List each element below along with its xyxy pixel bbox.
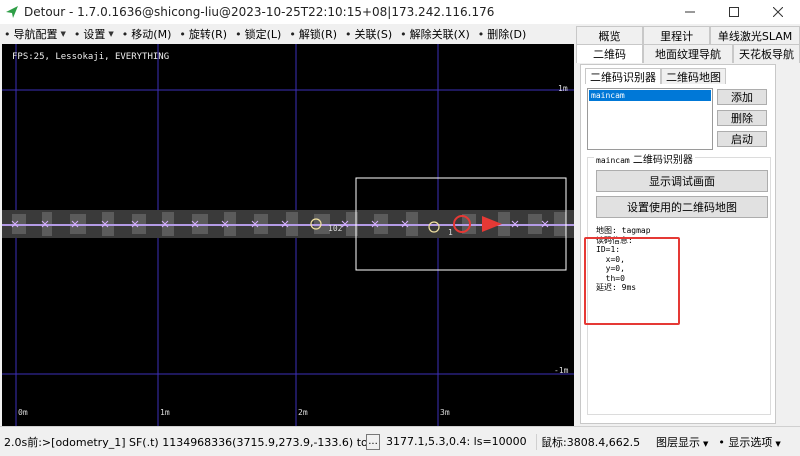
menu-label: 旋转(R)	[188, 28, 228, 41]
chevron-down-icon: ▼	[775, 439, 781, 448]
add-button[interactable]: 添加	[717, 89, 767, 105]
right-panel: 概览 里程计 单线激光SLAM 二维码 地面纹理导航 天花板导航 二维码识别器 …	[576, 24, 800, 426]
status-position: 3177.1,5.3,0.4: ls=10000	[386, 435, 527, 448]
menu-label: 关联(S)	[354, 28, 393, 41]
detour-window: Detour - 1.7.0.1636@shicong-liu@2023-10-…	[0, 0, 800, 456]
display-options-dropdown[interactable]: • 显示选项 ▼	[718, 434, 780, 450]
menu-associate[interactable]: • 关联(S)	[345, 26, 392, 42]
close-icon[interactable]	[756, 0, 800, 24]
chevron-down-icon: ▼	[108, 30, 114, 38]
axis-label-x1: 1m	[160, 408, 170, 417]
delete-button[interactable]: 删除	[717, 110, 767, 126]
subtab-qr-recognizer[interactable]: 二维码识别器	[585, 68, 661, 84]
chevron-down-icon: ▼	[703, 439, 709, 448]
set-map-button[interactable]: 设置使用的二维码地图	[596, 196, 768, 218]
status-bar: 2.0s前:>[odometry_1] SF(.t) 1134968336(37…	[0, 426, 800, 456]
layer-display-dropdown[interactable]: 图层显示 ▼	[656, 434, 708, 450]
group-title-text: 二维码识别器	[629, 155, 693, 166]
bullet-icon: •	[477, 27, 485, 41]
menu-label: 删除(D)	[487, 28, 527, 41]
tab-qrcode[interactable]: 二维码	[576, 44, 644, 63]
menu-rotate[interactable]: • 旋转(R)	[179, 26, 227, 42]
tab-row-1: 概览 里程计 单线激光SLAM	[576, 26, 800, 45]
axis-label-x0: 0m	[18, 408, 28, 417]
fps-readout: FPS:25, Lessokaji, EVERYTHING	[12, 52, 170, 62]
bullet-icon: •	[345, 27, 352, 41]
menu-label: 移动(M)	[131, 28, 172, 41]
qrcode-panel: 二维码识别器 二维码地图 maincam 添加 删除 启动 maincam 二维…	[580, 64, 776, 424]
layer-display-label: 图层显示	[656, 435, 700, 449]
axis-label-x3: 3m	[440, 408, 450, 417]
menu-label: 锁定(L)	[244, 28, 282, 41]
axis-label-y-top: 1m	[558, 84, 568, 93]
app-icon	[0, 0, 24, 24]
menu-label: 导航配置	[13, 28, 58, 41]
menu-settings[interactable]: • 设置 ▼	[74, 26, 114, 42]
bullet-icon: •	[73, 27, 81, 41]
bullet-icon: •	[400, 27, 407, 41]
tab-overview[interactable]: 概览	[576, 26, 644, 45]
status-mouse: 鼠标:3808.4,662.5	[536, 433, 656, 450]
bullet-icon: •	[4, 27, 11, 41]
chevron-down-icon: ▼	[60, 30, 66, 38]
highlight-box	[584, 237, 680, 325]
tab-row-2: 二维码 地面纹理导航 天花板导航	[576, 44, 800, 63]
group-title: maincam 二维码识别器	[594, 151, 695, 166]
more-button[interactable]: ...	[366, 433, 380, 450]
bullet-icon: •	[179, 27, 186, 41]
menu-label: 设置	[83, 28, 106, 41]
tab-ceiling-nav[interactable]: 天花板导航	[732, 44, 800, 63]
menu-unlock[interactable]: • 解锁(R)	[289, 26, 337, 42]
menu-move[interactable]: • 移动(M)	[122, 26, 172, 42]
axis-label-y-bottom: -1m	[554, 366, 569, 375]
menu-disassociate[interactable]: • 解除关联(X)	[400, 26, 470, 42]
window-title: Detour - 1.7.0.1636@shicong-liu@2023-10-…	[24, 5, 495, 19]
maximize-icon[interactable]	[712, 0, 756, 24]
display-options-label: 显示选项	[728, 435, 773, 449]
title-bar: Detour - 1.7.0.1636@shicong-liu@2023-10-…	[0, 0, 800, 24]
bullet-icon: •	[289, 27, 296, 41]
recognizer-list[interactable]: maincam	[587, 88, 713, 150]
minimize-icon[interactable]	[668, 0, 712, 24]
list-item[interactable]: maincam	[589, 90, 711, 101]
tab-odometry[interactable]: 里程计	[643, 26, 711, 45]
menu-lock[interactable]: • 锁定(L)	[235, 26, 281, 42]
start-button[interactable]: 启动	[717, 131, 767, 147]
tab-laser-slam[interactable]: 单线激光SLAM	[710, 26, 800, 45]
show-debug-button[interactable]: 显示调试画面	[596, 170, 768, 192]
subtab-row: 二维码识别器 二维码地图	[585, 68, 726, 84]
bullet-icon: •	[235, 27, 242, 41]
axis-label-x2: 2m	[298, 408, 308, 417]
tag-label-102: 102	[328, 224, 343, 233]
subtab-qr-map[interactable]: 二维码地图	[661, 68, 726, 84]
map-canvas[interactable]: FPS:25, Lessokaji, EVERYTHING 1m -1m 0m …	[2, 44, 574, 426]
status-log: 2.0s前:>[odometry_1] SF(.t) 1134968336(37…	[4, 435, 366, 449]
bullet-icon: •	[121, 27, 129, 41]
tab-ground-texture[interactable]: 地面纹理导航	[643, 44, 733, 63]
tag-label-1: 1	[448, 228, 453, 237]
group-title-cam: maincam	[596, 156, 630, 165]
menu-nav-config[interactable]: • 导航配置 ▼	[4, 26, 66, 42]
menu-delete[interactable]: • 删除(D)	[478, 26, 527, 42]
bullet-icon: •	[718, 435, 729, 449]
menu-label: 解除关联(X)	[409, 28, 470, 41]
menu-bar: • 导航配置 ▼ • 设置 ▼ • 移动(M) • 旋转(R) • 锁定(L) …	[0, 24, 576, 44]
menu-label: 解锁(R)	[298, 28, 338, 41]
map-drawing	[2, 44, 574, 426]
